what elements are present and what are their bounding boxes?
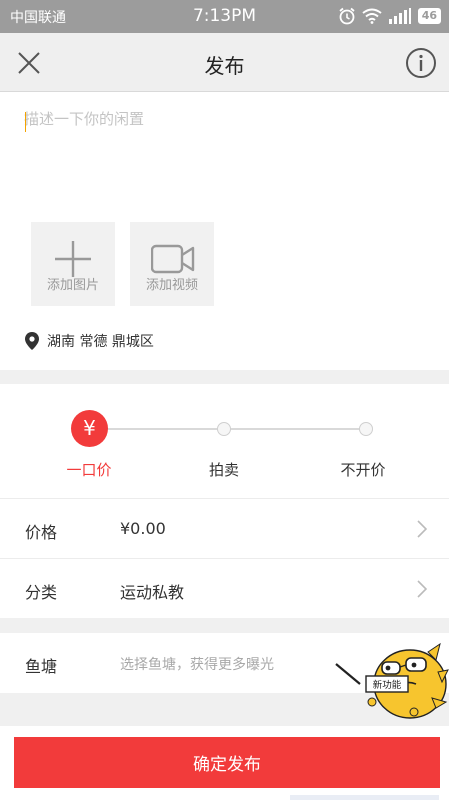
bottom-strip bbox=[290, 795, 439, 800]
price-mode-noprice-dot[interactable] bbox=[359, 422, 373, 436]
add-image-label: 添加图片 bbox=[46, 278, 99, 293]
price-row[interactable]: 价格 ¥0.00 bbox=[0, 498, 449, 558]
add-video-button[interactable]: 添加视频 bbox=[130, 222, 214, 306]
tab-auction[interactable]: 拍卖 bbox=[179, 459, 269, 480]
add-image-button[interactable]: 添加图片 bbox=[31, 222, 115, 306]
chevron-right-icon bbox=[417, 580, 427, 598]
price-mode-auction-dot[interactable] bbox=[217, 422, 231, 436]
wifi-icon bbox=[362, 8, 382, 24]
new-feature-label: 新功能 bbox=[373, 679, 402, 691]
fishpond-hint: 选择鱼塘，获得更多曝光 bbox=[120, 657, 274, 673]
text-caret bbox=[25, 112, 26, 132]
category-value: 运动私教 bbox=[120, 583, 185, 602]
description-input[interactable] bbox=[24, 108, 424, 208]
add-video-label: 添加视频 bbox=[145, 278, 198, 293]
fishpond-label: 鱼塘 bbox=[25, 657, 58, 676]
tab-no-price[interactable]: 不开价 bbox=[318, 459, 408, 480]
price-label: 价格 bbox=[25, 523, 58, 542]
compose-panel: 添加图片 添加视频 湖南 常德 鼎城区 bbox=[0, 92, 449, 370]
page-title: 发布 bbox=[204, 54, 245, 78]
location-selector[interactable]: 湖南 常德 鼎城区 bbox=[25, 331, 154, 351]
category-label: 分类 bbox=[25, 583, 58, 602]
category-row[interactable]: 分类 运动私教 bbox=[0, 558, 449, 618]
location-pin-icon bbox=[25, 332, 39, 350]
app-header: 发布 bbox=[0, 33, 449, 92]
mascot-new-feature-badge[interactable]: 新功能 bbox=[316, 636, 449, 726]
status-bar: 中国联通 7:13PM 46 bbox=[0, 0, 449, 33]
info-icon[interactable] bbox=[405, 47, 437, 79]
status-icons: 46 bbox=[338, 5, 441, 27]
price-mode-fixed-dot[interactable]: ¥ bbox=[71, 410, 108, 447]
price-value: ¥0.00 bbox=[120, 519, 166, 538]
submit-publish-button[interactable]: 确定发布 bbox=[14, 737, 440, 788]
chevron-right-icon bbox=[417, 520, 427, 538]
tab-fixed-price[interactable]: 一口价 bbox=[44, 459, 134, 480]
signal-icon bbox=[388, 8, 411, 24]
location-text: 湖南 常德 鼎城区 bbox=[47, 334, 154, 350]
alarm-icon bbox=[339, 7, 355, 25]
battery-icon: 46 bbox=[417, 8, 441, 24]
price-panel: ¥ 一口价 拍卖 不开价 价格 ¥0.00 分类 运动私教 bbox=[0, 384, 449, 618]
